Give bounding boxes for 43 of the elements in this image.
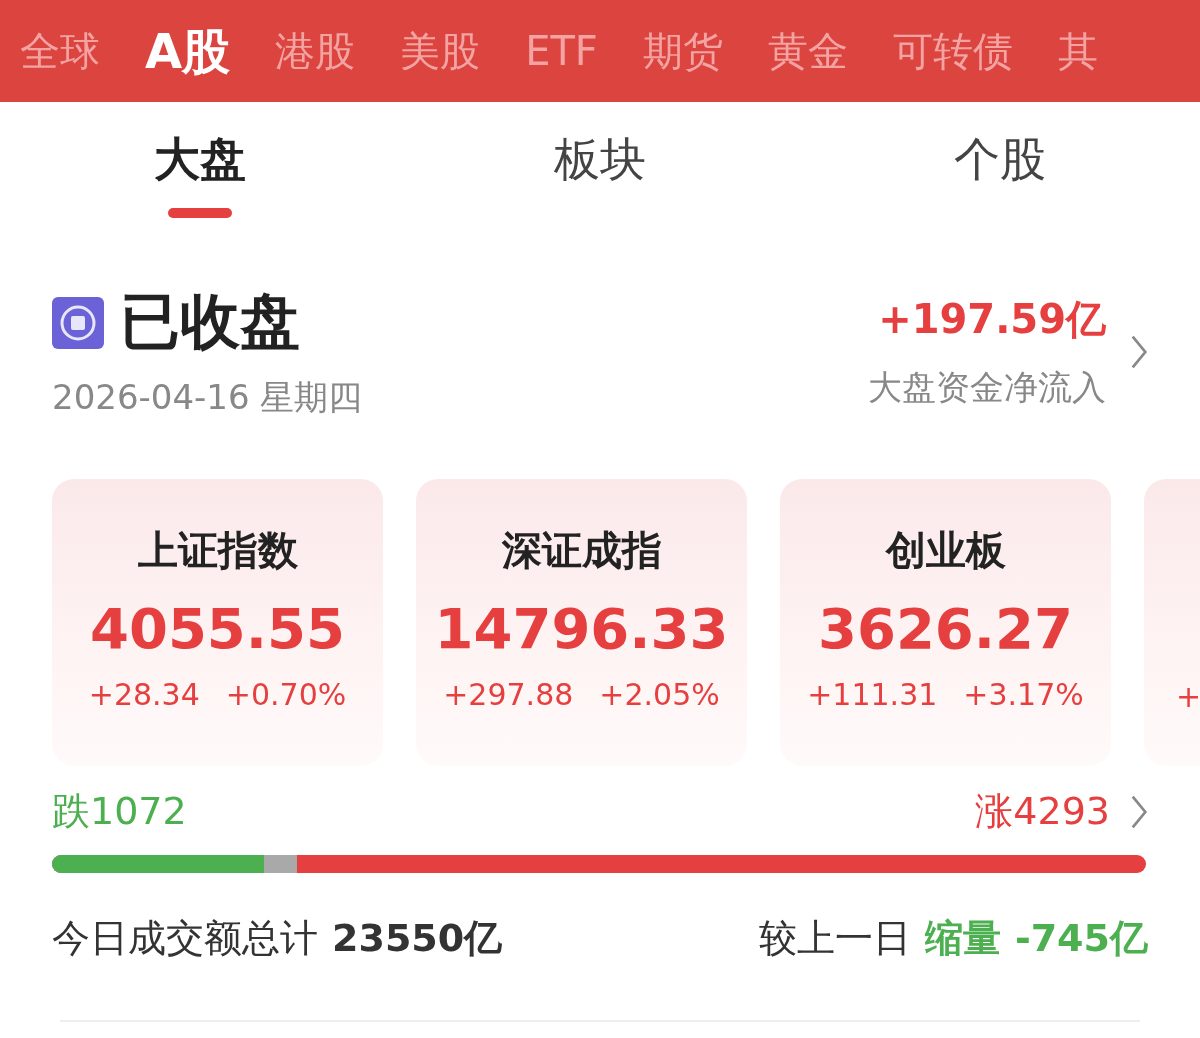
market-tab[interactable]: A股 bbox=[145, 27, 231, 75]
chevron-right-icon[interactable] bbox=[1130, 793, 1148, 830]
index-percent: +0.70% bbox=[225, 677, 347, 712]
market-tab[interactable]: 可转债 bbox=[892, 31, 1013, 71]
index-name: 上证指数 bbox=[137, 526, 298, 575]
index-name: 创业板 bbox=[885, 526, 1006, 575]
index-change: +297.88 bbox=[443, 677, 574, 712]
view-tab[interactable]: 个股 bbox=[800, 102, 1200, 218]
index-card[interactable]: 上证指数 4055.55 +28.34 +0.70% bbox=[52, 479, 383, 766]
trade-date: 2026-04-16 星期四 bbox=[52, 376, 363, 419]
chevron-right-icon[interactable] bbox=[1130, 333, 1148, 370]
market-tab[interactable]: ETF bbox=[525, 31, 598, 71]
index-name: 深证成指 bbox=[501, 526, 662, 575]
index-change: +28.34 bbox=[88, 677, 200, 712]
declining-count: 跌1072 bbox=[52, 788, 187, 835]
index-change: +111.31 bbox=[807, 677, 938, 712]
turnover-value: 23550亿 bbox=[332, 915, 503, 962]
index-card[interactable]: + bbox=[1144, 479, 1200, 766]
index-value: 4055.55 bbox=[89, 596, 346, 661]
market-tab[interactable]: 港股 bbox=[275, 31, 356, 71]
index-change: + bbox=[1176, 679, 1200, 714]
index-value: 3626.27 bbox=[817, 596, 1074, 661]
index-percent: +3.17% bbox=[963, 677, 1084, 712]
net-inflow-value: +197.59亿 bbox=[878, 295, 1106, 344]
volume-trend: 缩量 bbox=[924, 915, 1001, 962]
view-tab[interactable]: 板块 bbox=[400, 102, 800, 218]
stop-icon bbox=[52, 296, 104, 349]
index-percent: +2.05% bbox=[599, 677, 720, 712]
volume-delta: -745亿 bbox=[1014, 915, 1148, 962]
market-tab[interactable]: 其 bbox=[1057, 31, 1098, 71]
net-inflow-label: 大盘资金净流入 bbox=[868, 366, 1106, 409]
compare-label: 较上一日 bbox=[758, 915, 911, 962]
market-tab[interactable]: 美股 bbox=[400, 31, 481, 71]
market-tab[interactable]: 全球 bbox=[20, 31, 100, 71]
index-card[interactable]: 创业板 3626.27 +111.31 +3.17% bbox=[780, 479, 1111, 766]
market-tab[interactable]: 黄金 bbox=[767, 31, 848, 71]
turnover-label: 今日成交额总计 bbox=[52, 915, 318, 962]
market-tab[interactable]: 期货 bbox=[642, 31, 723, 71]
view-tab[interactable]: 大盘 bbox=[0, 102, 400, 218]
market-status: 已收盘 bbox=[120, 285, 300, 358]
index-value: 14796.33 bbox=[434, 596, 729, 661]
index-card[interactable]: 深证成指 14796.33 +297.88 +2.05% bbox=[416, 479, 747, 766]
advancing-count: 涨4293 bbox=[975, 788, 1110, 835]
